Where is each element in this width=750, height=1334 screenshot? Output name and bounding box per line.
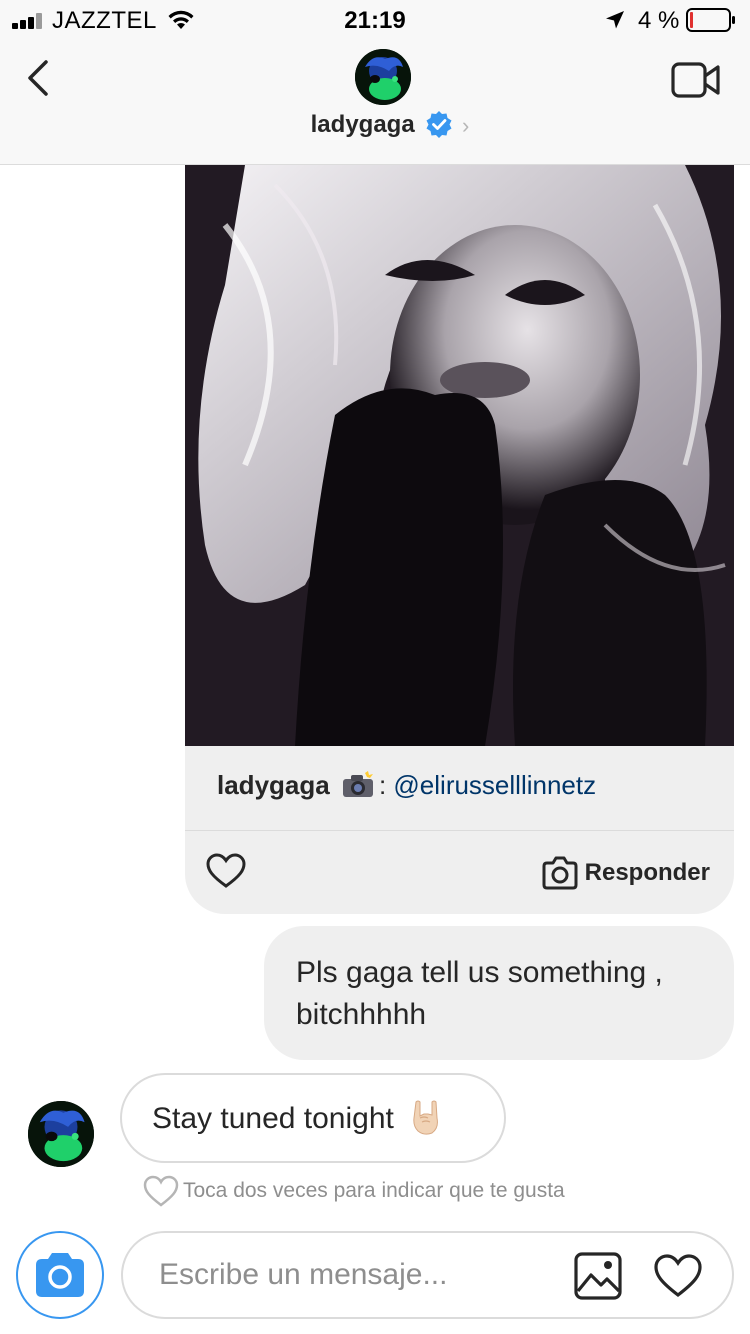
- camera-button[interactable]: [16, 1231, 104, 1319]
- sign-of-horns-emoji: [413, 1100, 439, 1135]
- shared-post-card[interactable]: ladygaga : @elirusselllinnetz Responder: [185, 165, 734, 914]
- location-arrow-icon: [606, 11, 624, 29]
- outgoing-message-bubble[interactable]: Pls gaga tell us something , bitchhhhh: [264, 926, 734, 1060]
- heart-outline-icon: [143, 1175, 179, 1207]
- outgoing-message-text: Pls gaga tell us something , bitchhhhh: [296, 956, 663, 1031]
- sender-avatar[interactable]: [28, 1101, 94, 1167]
- double-tap-hint-text: Toca dos veces para indicar que te gusta: [183, 1179, 565, 1202]
- shared-post-photo[interactable]: [185, 165, 734, 746]
- battery-icon: [686, 8, 735, 32]
- verified-badge-icon: [426, 111, 452, 138]
- reply-button[interactable]: Responder: [541, 855, 710, 891]
- battery-percentage: 4 %: [638, 7, 680, 34]
- back-chevron-icon[interactable]: [22, 58, 54, 98]
- chat-screen: JAZZTEL 21:19 4 % ladygaga › ladygaga: …: [0, 0, 750, 1334]
- avatar-image: [28, 1101, 94, 1167]
- incoming-message-bubble[interactable]: Stay tuned tonight: [120, 1073, 506, 1163]
- post-caption: ladygaga : @elirusselllinnetz: [217, 770, 597, 800]
- status-bar: JAZZTEL 21:19 4 %: [0, 0, 750, 40]
- caption-username[interactable]: ladygaga: [217, 770, 330, 800]
- reply-label: Responder: [584, 859, 710, 886]
- chat-title[interactable]: ladygaga ›: [0, 110, 750, 139]
- chevron-right-icon: ›: [462, 113, 470, 138]
- video-call-icon[interactable]: [671, 60, 721, 100]
- chat-header: JAZZTEL 21:19 4 % ladygaga ›: [0, 0, 750, 165]
- heart-icon[interactable]: [653, 1253, 703, 1299]
- avatar-image: [355, 49, 411, 105]
- gallery-icon[interactable]: [573, 1251, 623, 1301]
- header-username: ladygaga: [310, 111, 415, 138]
- double-tap-hint: Toca dos veces para indicar que te gusta: [143, 1174, 565, 1208]
- heart-icon[interactable]: [206, 853, 246, 889]
- incoming-message-text: Stay tuned tonight: [152, 1102, 394, 1135]
- message-input[interactable]: [159, 1253, 559, 1297]
- post-divider: [185, 830, 734, 831]
- caption-mention[interactable]: @elirusselllinnetz: [393, 770, 596, 800]
- profile-avatar[interactable]: [355, 49, 411, 105]
- camera-icon: [36, 1253, 84, 1297]
- camera-flash-emoji: [342, 771, 373, 797]
- camera-icon: [542, 856, 578, 890]
- message-composer[interactable]: [121, 1231, 734, 1319]
